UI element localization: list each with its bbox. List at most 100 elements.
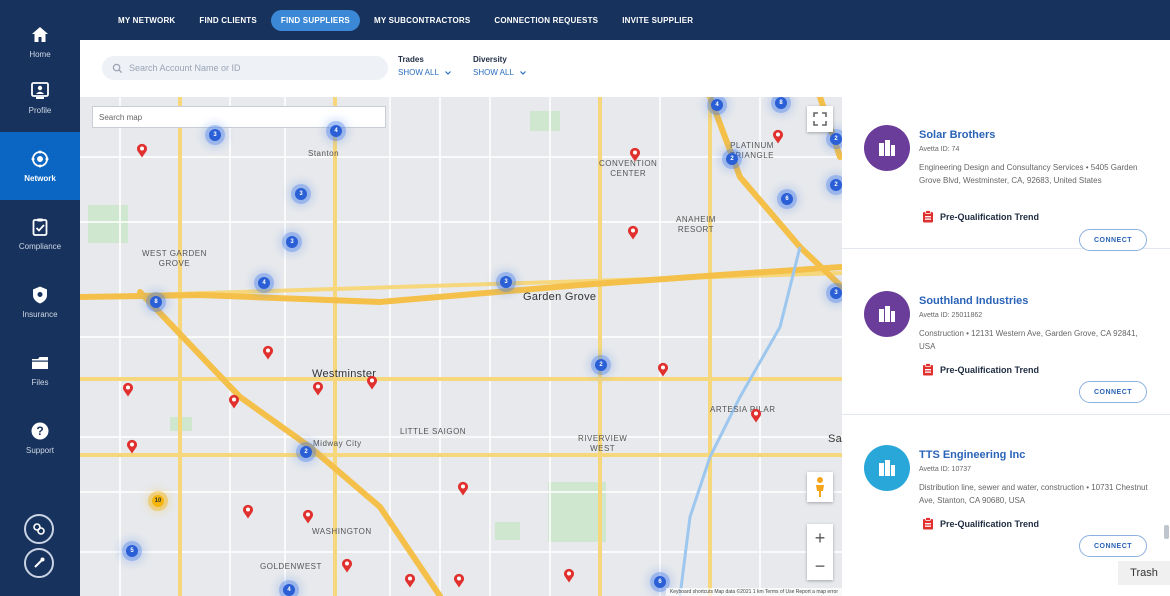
filter-bar: Trades SHOW ALL Diversity SHOW ALL bbox=[80, 40, 1170, 97]
map-pin-icon[interactable] bbox=[457, 481, 469, 496]
sidebar-item-insurance[interactable]: Insurance bbox=[0, 268, 80, 336]
map-cluster[interactable]: 8 bbox=[775, 97, 787, 109]
supplier-name[interactable]: Solar Brothers bbox=[919, 129, 995, 141]
map-pin-icon[interactable] bbox=[341, 558, 353, 573]
map-cluster[interactable]: 2 bbox=[595, 359, 607, 371]
connect-button[interactable]: CONNECT bbox=[1079, 535, 1147, 557]
tab-connection-requests[interactable]: CONNECTION REQUESTS bbox=[484, 10, 608, 31]
map-label-west-garden-grove: WEST GARDEN GROVE bbox=[142, 249, 207, 268]
map-cluster[interactable]: 6 bbox=[781, 193, 793, 205]
trash-button[interactable]: Trash bbox=[1118, 561, 1170, 585]
map-pin-icon[interactable] bbox=[312, 381, 324, 396]
diversity-dropdown[interactable]: SHOW ALL bbox=[473, 68, 527, 77]
pegman-icon bbox=[816, 477, 824, 497]
clipboard-icon bbox=[923, 517, 933, 530]
supplier-name[interactable]: Southland Industries bbox=[919, 295, 1028, 307]
map-cluster[interactable]: 3 bbox=[286, 236, 298, 248]
sidebar-item-files[interactable]: Files bbox=[0, 336, 80, 404]
chevron-down-icon bbox=[444, 70, 451, 75]
street-view-button[interactable] bbox=[807, 472, 833, 502]
supplier-name[interactable]: TTS Engineering Inc bbox=[919, 449, 1025, 461]
map-cluster[interactable]: 8 bbox=[150, 296, 162, 308]
sidebar-item-profile[interactable]: Profile bbox=[0, 64, 80, 132]
zoom-out-button[interactable]: − bbox=[807, 552, 833, 580]
link-icon bbox=[33, 523, 45, 535]
map-pin-icon[interactable] bbox=[242, 504, 254, 519]
map-pin-icon[interactable] bbox=[453, 573, 465, 588]
map-pin-icon[interactable] bbox=[228, 394, 240, 409]
map-pin-icon[interactable] bbox=[136, 143, 148, 158]
map-cluster[interactable]: 4 bbox=[258, 277, 270, 289]
map-cluster[interactable]: 2 bbox=[726, 153, 738, 165]
link-button[interactable] bbox=[24, 514, 54, 544]
map-pin-icon[interactable] bbox=[563, 568, 575, 583]
map-pin-icon[interactable] bbox=[366, 375, 378, 390]
zoom-control: + − bbox=[807, 524, 833, 580]
chevron-down-icon bbox=[519, 70, 526, 75]
map-pin-icon[interactable] bbox=[772, 129, 784, 144]
map-cluster[interactable]: 6 bbox=[654, 576, 666, 588]
diversity-value: SHOW ALL bbox=[473, 68, 514, 77]
supplier-id: Avetta ID: 74 bbox=[919, 146, 960, 153]
map-pin-icon[interactable] bbox=[750, 408, 762, 423]
map-cluster[interactable]: 2 bbox=[830, 133, 842, 145]
sidebar: Home Profile Network Compliance Insuranc… bbox=[0, 0, 80, 596]
map-cluster[interactable]: 3 bbox=[500, 276, 512, 288]
map-cluster[interactable]: 2 bbox=[830, 179, 842, 191]
map-pin-icon[interactable] bbox=[262, 345, 274, 360]
map-label-goldenwest: GOLDENWEST bbox=[260, 562, 322, 571]
map-cluster[interactable]: 2 bbox=[300, 446, 312, 458]
map-label-midway-city: Midway City bbox=[313, 439, 362, 448]
map-cluster[interactable]: 5 bbox=[126, 545, 138, 557]
connect-button[interactable]: CONNECT bbox=[1079, 229, 1147, 251]
connect-button[interactable]: CONNECT bbox=[1079, 381, 1147, 403]
sidebar-item-support[interactable]: ? Support bbox=[0, 404, 80, 472]
map-pin-icon[interactable] bbox=[657, 362, 669, 377]
map-label-sa: Sa bbox=[828, 433, 842, 445]
map-label-anaheim-resort: ANAHEIM RESORT bbox=[676, 215, 716, 234]
map-pin-icon[interactable] bbox=[302, 509, 314, 524]
map-cluster[interactable]: 3 bbox=[209, 129, 221, 141]
map-pin-icon[interactable] bbox=[629, 147, 641, 162]
tab-invite-supplier[interactable]: INVITE SUPPLIER bbox=[612, 10, 703, 31]
map-pin-icon[interactable] bbox=[404, 573, 416, 588]
sidebar-item-compliance[interactable]: Compliance bbox=[0, 200, 80, 268]
sidebar-item-label: Compliance bbox=[18, 242, 62, 251]
pre-qualification-trend[interactable]: Pre-Qualification Trend bbox=[922, 517, 1039, 530]
account-search-input[interactable] bbox=[129, 63, 369, 73]
tool-button[interactable] bbox=[24, 548, 54, 578]
building-icon bbox=[879, 140, 895, 156]
tab-my-subcontractors[interactable]: MY SUBCONTRACTORS bbox=[364, 10, 480, 31]
map-cluster[interactable]: 3 bbox=[295, 188, 307, 200]
trades-dropdown[interactable]: SHOW ALL bbox=[398, 68, 452, 77]
fullscreen-button[interactable] bbox=[807, 106, 833, 132]
map-cluster[interactable]: 4 bbox=[711, 99, 723, 111]
sidebar-item-network[interactable]: Network bbox=[0, 132, 80, 200]
map-pin-icon[interactable] bbox=[122, 382, 134, 397]
account-search bbox=[102, 56, 388, 80]
tab-find-suppliers[interactable]: FIND SUPPLIERS bbox=[270, 9, 360, 31]
tool-icon bbox=[34, 557, 45, 568]
trades-filter: Trades SHOW ALL bbox=[398, 55, 452, 77]
supplier-map[interactable]: Stanton CONVENTION CENTER PLATINUM TRIAN… bbox=[80, 97, 842, 596]
map-pin-icon[interactable] bbox=[627, 225, 639, 240]
map-cluster[interactable]: 4 bbox=[283, 584, 295, 596]
tab-my-network[interactable]: MY NETWORK bbox=[108, 10, 185, 31]
supplier-results: Solar Brothers Avetta ID: 74 Engineering… bbox=[842, 97, 1170, 596]
tab-find-clients[interactable]: FIND CLIENTS bbox=[189, 10, 267, 31]
scrollbar-thumb[interactable] bbox=[1164, 525, 1169, 539]
search-icon bbox=[112, 63, 123, 73]
zoom-in-button[interactable]: + bbox=[807, 524, 833, 552]
supplier-id: Avetta ID: 25011862 bbox=[919, 312, 983, 319]
pre-qualification-label: Pre-Qualification Trend bbox=[940, 364, 1040, 375]
profile-icon bbox=[31, 82, 49, 99]
pre-qualification-trend[interactable]: Pre-Qualification Trend bbox=[922, 363, 1039, 376]
map-cluster-large[interactable]: 10 bbox=[152, 495, 164, 507]
map-label-artesia-pilar: ARTESIA PILAR bbox=[710, 405, 776, 414]
map-pin-icon[interactable] bbox=[126, 439, 138, 454]
map-search-input[interactable] bbox=[99, 112, 379, 122]
pre-qualification-trend[interactable]: Pre-Qualification Trend bbox=[922, 210, 1039, 223]
map-cluster[interactable]: 3 bbox=[830, 287, 842, 299]
map-cluster[interactable]: 4 bbox=[330, 125, 342, 137]
supplier-id: Avetta ID: 10737 bbox=[919, 466, 972, 473]
